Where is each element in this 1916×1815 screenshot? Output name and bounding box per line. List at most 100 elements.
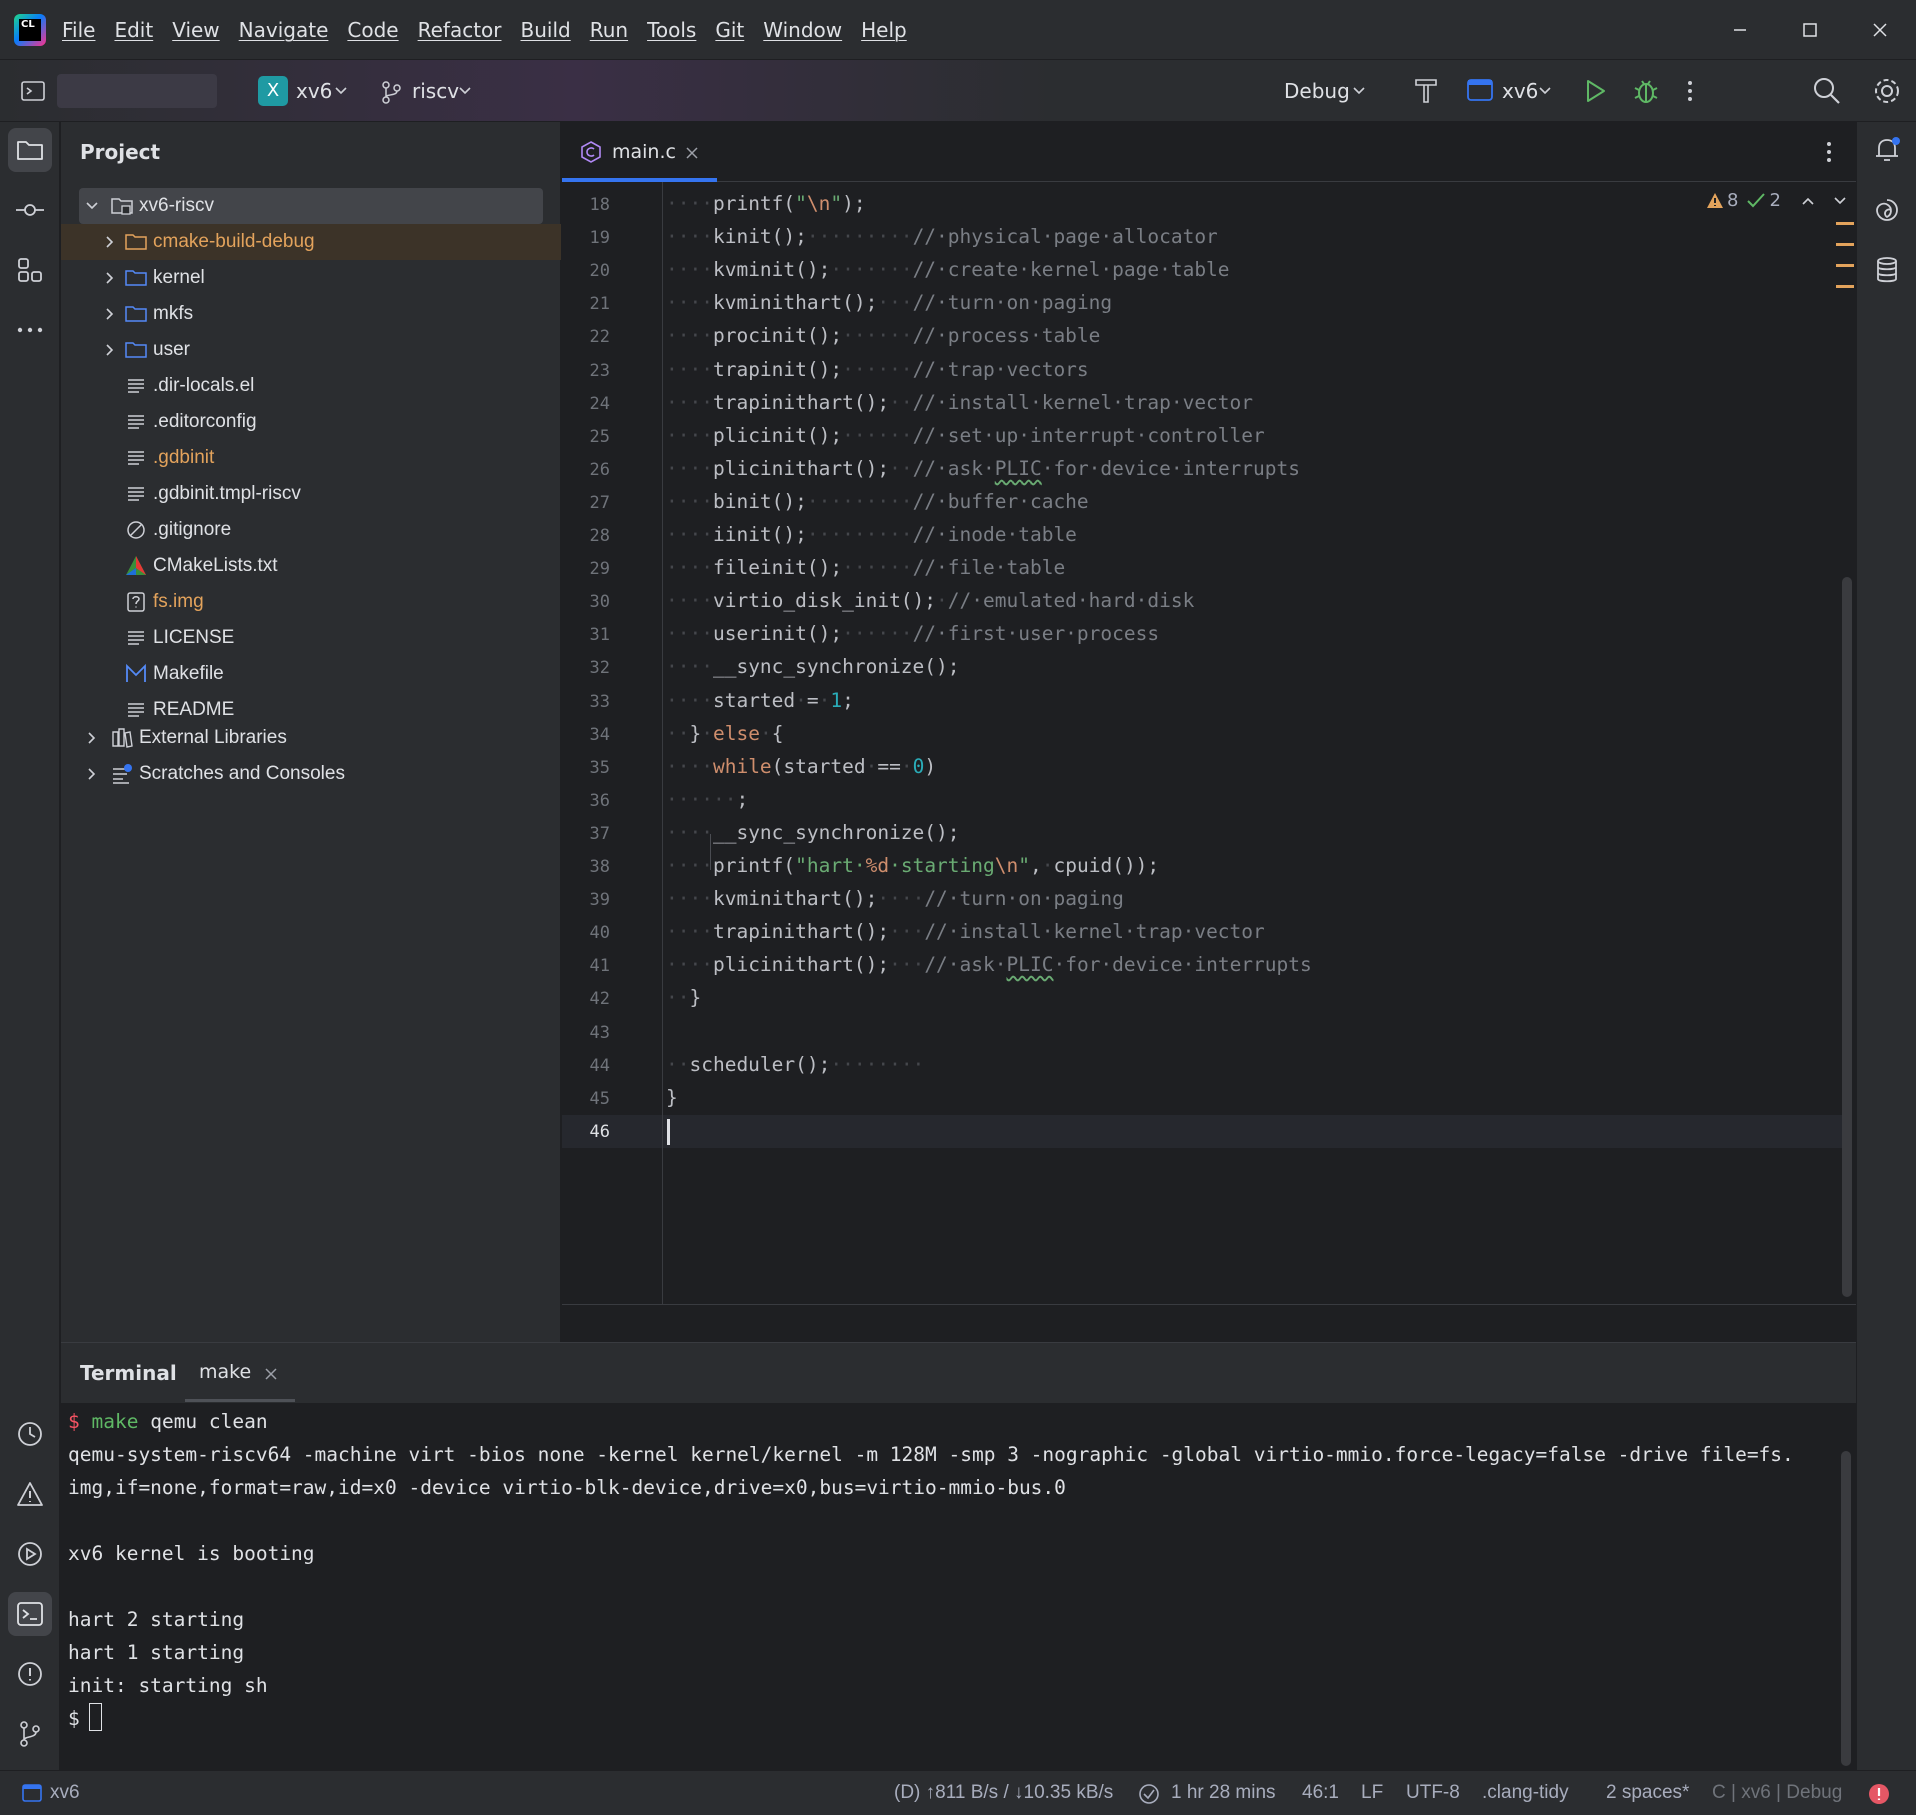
menu-code[interactable]: Code — [347, 18, 398, 42]
run-icon[interactable] — [1582, 78, 1608, 104]
code-line[interactable]: ····kvminit();·······//·create·kernel·pa… — [666, 258, 1230, 281]
tree-item[interactable]: .gitignore — [61, 512, 561, 548]
close-tab-icon[interactable] — [265, 1368, 277, 1380]
chevron-down-icon[interactable] — [85, 199, 99, 213]
tree-item[interactable]: mkfs — [61, 296, 561, 332]
status-project[interactable]: xv6 — [50, 1782, 80, 1804]
code-line[interactable]: ······; — [666, 788, 748, 811]
maximize-icon[interactable] — [1794, 14, 1826, 46]
branch-name[interactable]: riscv — [412, 79, 459, 103]
chevron-right-icon[interactable] — [85, 767, 99, 781]
tree-item[interactable]: CMakeLists.txt — [61, 548, 561, 584]
run-tool-icon[interactable] — [8, 1532, 52, 1576]
tree-item[interactable]: user — [61, 332, 561, 368]
tab-make[interactable]: make — [185, 1343, 295, 1403]
terminal-tool-icon[interactable] — [8, 1592, 52, 1636]
clion-logo-icon[interactable]: CL — [14, 14, 46, 46]
stripe-warning-marker[interactable] — [1836, 222, 1854, 225]
tree-item[interactable]: LICENSE — [61, 620, 561, 656]
menu-build[interactable]: Build — [521, 18, 571, 42]
git-branch-icon[interactable] — [380, 80, 402, 104]
settings-gear-icon[interactable] — [1872, 76, 1902, 106]
database-icon[interactable] — [1865, 248, 1909, 292]
ai-assistant-spiral-icon[interactable] — [1865, 188, 1909, 232]
chevron-up-icon[interactable] — [1801, 195, 1815, 207]
tree-item[interactable]: .gdbinit.tmpl-riscv — [61, 476, 561, 512]
code-line[interactable]: ····kinit();·········//·physical·page·al… — [666, 225, 1218, 248]
tree-item[interactable]: kernel — [61, 260, 561, 296]
menu-edit[interactable]: Edit — [114, 18, 153, 42]
chevron-right-icon[interactable] — [103, 271, 117, 285]
tree-item[interactable]: fs.img — [61, 584, 561, 620]
tab-main-c[interactable]: main.c — [562, 122, 717, 182]
status-line-separator[interactable]: LF — [1361, 1782, 1383, 1804]
menu-file[interactable]: File — [62, 18, 95, 42]
code-line[interactable]: ····plicinithart();··//·ask·PLIC·for·dev… — [666, 457, 1300, 480]
code-line[interactable]: ····printf("hart·%d·starting\n",·cpuid()… — [666, 854, 1159, 877]
code-line[interactable]: ····binit();·········//·buffer·cache — [666, 490, 1089, 513]
problems-info-icon[interactable] — [8, 1652, 52, 1696]
code-line[interactable]: ····plicinit();······//·set·up·interrupt… — [666, 424, 1265, 447]
chevron-down-icon[interactable] — [1538, 84, 1552, 98]
code-line[interactable]: ····kvminithart();····//·turn·on·paging — [666, 887, 1124, 910]
menu-window[interactable]: Window — [763, 18, 842, 42]
code-line[interactable]: ··scheduler();········ — [666, 1053, 924, 1076]
code-line[interactable]: ····started·=·1; — [666, 689, 854, 712]
chevron-down-icon[interactable] — [1833, 195, 1847, 207]
menu-refactor[interactable]: Refactor — [418, 18, 502, 42]
chevron-right-icon[interactable] — [85, 731, 99, 745]
code-line[interactable]: ····procinit();······//·process·table — [666, 324, 1100, 347]
chevron-down-icon[interactable] — [458, 84, 472, 98]
status-context[interactable]: C | xv6 | Debug — [1712, 1782, 1842, 1804]
menu-run[interactable]: Run — [590, 18, 628, 42]
structure-tool-icon[interactable] — [8, 248, 52, 292]
chevron-down-icon[interactable] — [1352, 84, 1366, 98]
tree-item[interactable]: .dir-locals.el — [61, 368, 561, 404]
git-tool-icon[interactable] — [8, 1712, 52, 1756]
search-icon[interactable] — [1812, 76, 1842, 106]
editor-scrollbar[interactable] — [1842, 577, 1852, 1297]
main-menu-icon[interactable] — [20, 78, 46, 104]
error-indicator-icon[interactable] — [1868, 1783, 1890, 1805]
tree-item[interactable]: Makefile — [61, 656, 561, 692]
more-tools-icon[interactable] — [8, 308, 52, 352]
problems-warning-icon[interactable] — [8, 1472, 52, 1516]
stripe-warning-marker[interactable] — [1836, 243, 1854, 246]
build-hammer-icon[interactable] — [1412, 76, 1440, 106]
code-line[interactable]: ··}·else·{ — [666, 722, 783, 745]
menu-git[interactable]: Git — [715, 18, 744, 42]
terminal-prompt[interactable]: $ — [68, 1707, 80, 1730]
code-line[interactable]: ····userinit();······//·first·user·proce… — [666, 622, 1159, 645]
search-everywhere-box[interactable] — [57, 74, 217, 108]
notifications-bell-icon[interactable] — [1865, 128, 1909, 172]
code-line[interactable]: ····iinit();·········//·inode·table — [666, 523, 1077, 546]
menu-help[interactable]: Help — [861, 18, 907, 42]
code-line[interactable]: ····__sync_synchronize(); — [666, 655, 960, 678]
code-line[interactable]: ····while(started·==·0) — [666, 755, 936, 778]
close-window-icon[interactable] — [1864, 14, 1896, 46]
code-line[interactable]: ····trapinithart();··//·install·kernel·t… — [666, 391, 1253, 414]
code-line[interactable]: ····fileinit();······//·file·table — [666, 556, 1065, 579]
tab-options-icon[interactable] — [1824, 140, 1834, 164]
chevron-right-icon[interactable] — [103, 235, 117, 249]
tree-external-libraries[interactable]: External Libraries — [61, 720, 561, 756]
tree-item[interactable]: .editorconfig — [61, 404, 561, 440]
tree-root-xv6-riscv[interactable]: xv6-riscv — [61, 188, 561, 224]
code-line[interactable]: ····trapinithart();···//·install·kernel·… — [666, 920, 1265, 943]
more-actions-icon[interactable] — [1684, 78, 1696, 104]
status-indent[interactable]: 2 spaces* — [1606, 1782, 1689, 1804]
chevron-right-icon[interactable] — [103, 307, 117, 321]
menu-view[interactable]: View — [172, 18, 219, 42]
menu-navigate[interactable]: Navigate — [239, 18, 329, 42]
chevron-down-icon[interactable] — [334, 84, 348, 98]
menu-tools[interactable]: Tools — [647, 18, 696, 42]
close-tab-icon[interactable] — [686, 147, 698, 159]
code-line[interactable]: ····virtio_disk_init();·//·emulated·hard… — [666, 589, 1194, 612]
project-tool-folder-icon[interactable] — [8, 128, 52, 172]
project-name[interactable]: xv6 — [296, 79, 332, 103]
code-line[interactable]: ····printf("\n"); — [666, 192, 866, 215]
terminal-scrollbar[interactable] — [1841, 1451, 1851, 1766]
commit-tool-icon[interactable] — [8, 188, 52, 232]
code-line[interactable]: ····kvminithart();···//·turn·on·paging — [666, 291, 1112, 314]
tree-scratches-consoles[interactable]: Scratches and Consoles — [61, 756, 561, 792]
